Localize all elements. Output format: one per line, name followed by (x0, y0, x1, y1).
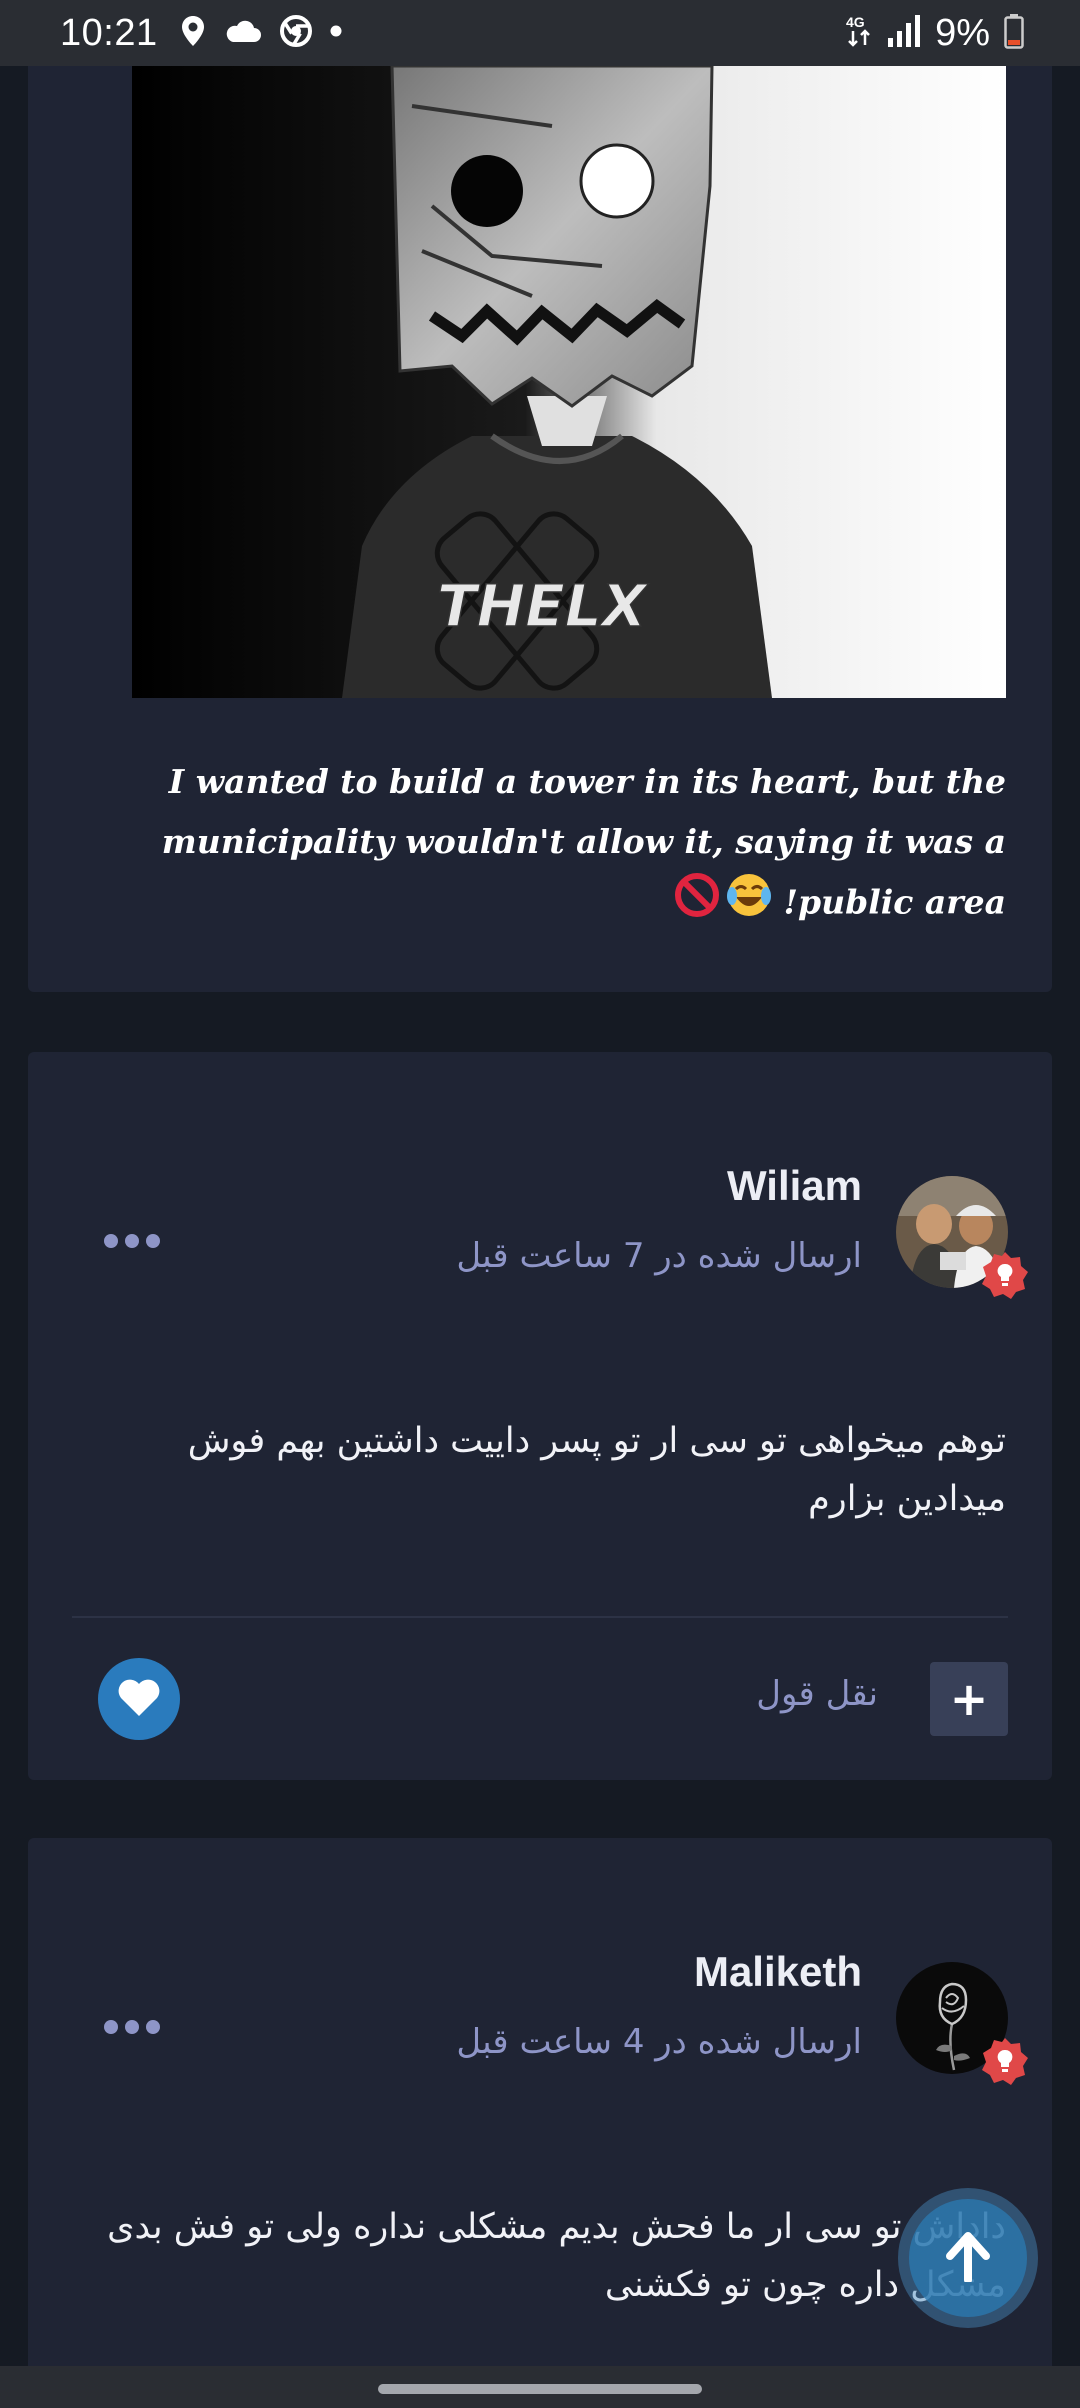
status-time: 10:21 (60, 11, 158, 54)
more-options-button[interactable] (104, 2020, 160, 2034)
cloud-icon (224, 18, 262, 49)
like-button[interactable] (98, 1658, 180, 1740)
network-type-icon: 4G (845, 13, 873, 54)
prohibited-emoji-icon (674, 872, 720, 937)
caption-text: I wanted to build a tower in its heart, … (161, 762, 1006, 922)
battery-percent: 9% (935, 11, 990, 54)
badge-icon (980, 2036, 1030, 2086)
post-caption: I wanted to build a tower in its heart, … (146, 752, 1006, 937)
post-image[interactable]: THELX (132, 66, 1006, 698)
post-card: Wiliam ارسال شده در 7 ساعت قبل توهم میخو… (28, 1052, 1052, 1780)
laughing-crying-emoji-icon (726, 872, 772, 937)
home-gesture-handle[interactable] (378, 2384, 702, 2394)
battery-icon (1004, 13, 1024, 54)
post-timestamp: ارسال شده در 7 ساعت قبل (456, 1236, 862, 1276)
navigation-bar (0, 2366, 1080, 2408)
divider (72, 1616, 1008, 1618)
post-body: داداش تو سی ار ما فحش بدیم مشکلی نداره و… (107, 2207, 1006, 2305)
post-timestamp: ارسال شده در 4 ساعت قبل (456, 2022, 862, 2062)
dot-icon (330, 24, 342, 42)
scroll-to-top-button[interactable] (898, 2188, 1038, 2328)
quote-button[interactable]: نقل قول (756, 1674, 878, 1714)
chrome-icon (279, 14, 312, 52)
add-button[interactable]: + (930, 1662, 1008, 1736)
signal-icon (887, 14, 921, 53)
arrow-up-icon (944, 2230, 992, 2286)
image-text: THELX (437, 572, 650, 640)
location-icon (180, 15, 206, 52)
heart-icon (116, 1676, 162, 1722)
author-name[interactable]: Wiliam (727, 1162, 862, 1210)
post-body: توهم میخواهی تو سی ار تو پسر داییت داشتی… (187, 1421, 1006, 1519)
badge-icon (980, 1250, 1030, 1300)
author-name[interactable]: Maliketh (694, 1948, 862, 1996)
more-options-button[interactable] (104, 1234, 160, 1248)
status-bar: 10:21 4G 9% (0, 0, 1080, 66)
network-type-label: 4G (846, 14, 865, 30)
post-card: THELX I wanted to build a tower in its h… (28, 40, 1052, 992)
post-card: Maliketh ارسال شده در 4 ساعت قبل داداش ت… (28, 1838, 1052, 2398)
